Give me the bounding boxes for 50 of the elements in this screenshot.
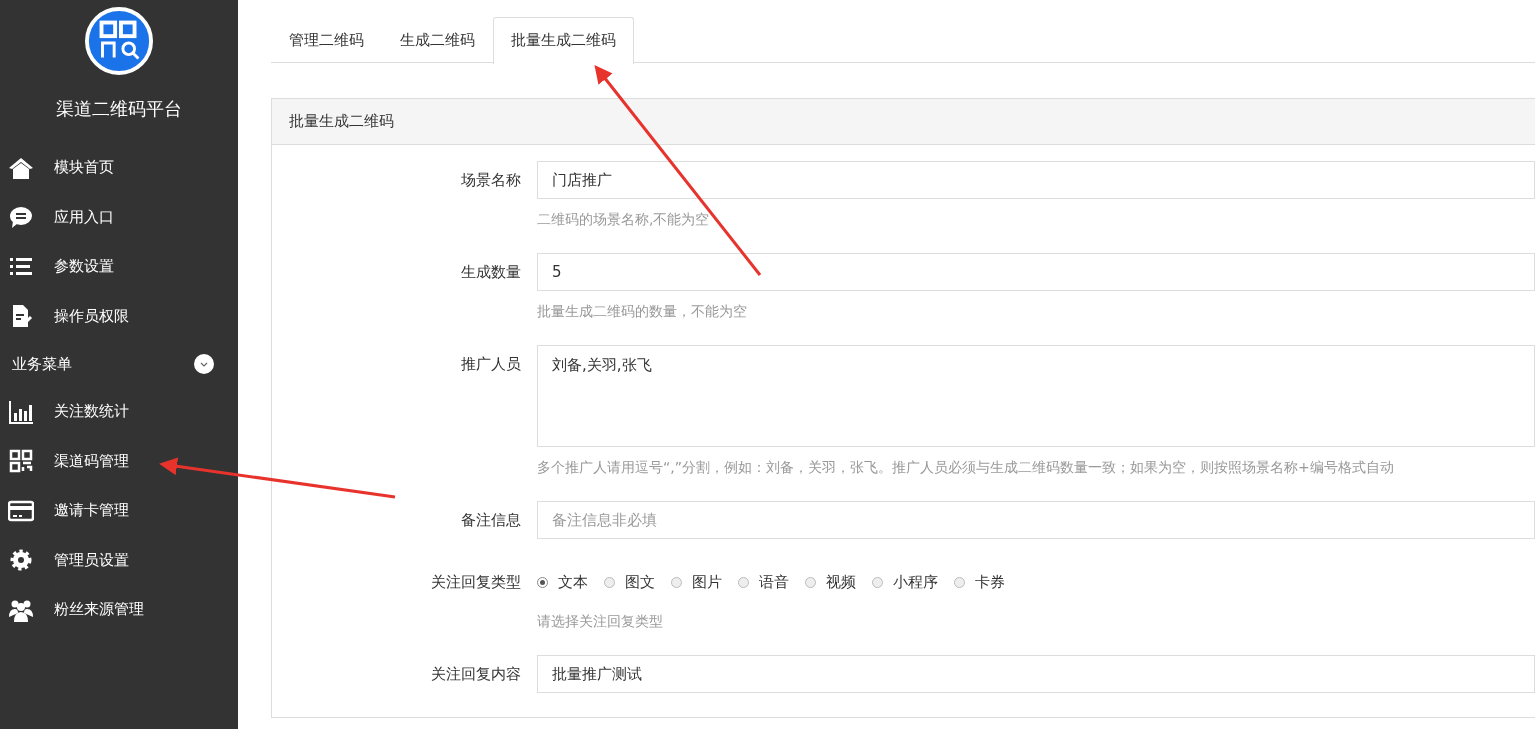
- menu-section-header[interactable]: 业务菜单: [0, 341, 238, 387]
- qr-code-icon: [8, 448, 34, 475]
- sidebar-item[interactable]: 管理员设置: [0, 535, 238, 585]
- field-label: 推广人员: [460, 354, 522, 375]
- section-label: 业务菜单: [12, 354, 72, 374]
- input-field[interactable]: 备注信息非必填: [537, 501, 1535, 539]
- sidebar-item[interactable]: 操作员权限: [0, 291, 238, 341]
- radio-option[interactable]: 文本: [537, 572, 588, 592]
- input-field[interactable]: 批量推广测试: [537, 655, 1535, 693]
- radio-button[interactable]: [537, 576, 548, 588]
- help-text: 批量生成二维码的数量，不能为空: [537, 303, 748, 321]
- radio-option[interactable]: 小程序: [872, 572, 938, 592]
- speech-bubble-icon: [8, 204, 34, 231]
- help-text: 二维码的场景名称,不能为空: [537, 211, 711, 229]
- sidebar-item[interactable]: 应用入口: [0, 192, 238, 242]
- radio-button[interactable]: [671, 576, 682, 588]
- input-field[interactable]: 5: [537, 253, 1535, 291]
- radio-option[interactable]: 图片: [671, 572, 722, 592]
- radio-button[interactable]: [954, 576, 965, 588]
- sidebar-item[interactable]: 模块首页: [0, 143, 238, 193]
- radio-button[interactable]: [604, 576, 615, 588]
- tab[interactable]: 生成二维码: [382, 17, 493, 62]
- platform-title: 渠道二维码平台: [55, 97, 183, 121]
- bar-chart-icon: [8, 398, 34, 425]
- input-field[interactable]: 门店推广: [537, 161, 1535, 199]
- sidebar-item[interactable]: 关注数统计: [0, 387, 238, 437]
- radio-button[interactable]: [805, 576, 816, 588]
- field-label: 场景名称: [460, 170, 522, 191]
- help-text: 请选择关注回复类型: [537, 613, 664, 631]
- radio-option[interactable]: 卡券: [954, 572, 1005, 592]
- tab[interactable]: 批量生成二维码: [493, 17, 634, 64]
- radio-button[interactable]: [738, 576, 749, 588]
- field-label: 备注信息: [460, 510, 522, 531]
- textarea-field[interactable]: 刘备,关羽,张飞: [537, 345, 1535, 447]
- radio-option[interactable]: 图文: [604, 572, 655, 592]
- sidebar-item[interactable]: 渠道码管理: [0, 436, 238, 486]
- panel-title: 批量生成二维码: [289, 112, 394, 130]
- radio-option[interactable]: 视频: [805, 572, 856, 592]
- radio-button[interactable]: [872, 576, 883, 588]
- field-label: 生成数量: [460, 262, 522, 283]
- help-text: 多个推广人请用逗号“,”分割，例如：刘备，关羽，张飞。推广人员必须与生成二维码数量一致；如果为空，则按照场景名称+编号格式自动: [537, 459, 1395, 477]
- radio-option[interactable]: 语音: [738, 572, 789, 592]
- sidebar-item[interactable]: 邀请卡管理: [0, 486, 238, 536]
- qr-search-logo-icon: [85, 7, 153, 75]
- chevron-circle-icon: [194, 354, 214, 374]
- sidebar-item[interactable]: 粉丝来源管理: [0, 585, 238, 635]
- tab[interactable]: 管理二维码: [271, 17, 382, 62]
- sidebar-item[interactable]: 参数设置: [0, 242, 238, 292]
- field-label: 关注回复类型: [430, 572, 522, 593]
- field-label: 关注回复内容: [430, 664, 522, 685]
